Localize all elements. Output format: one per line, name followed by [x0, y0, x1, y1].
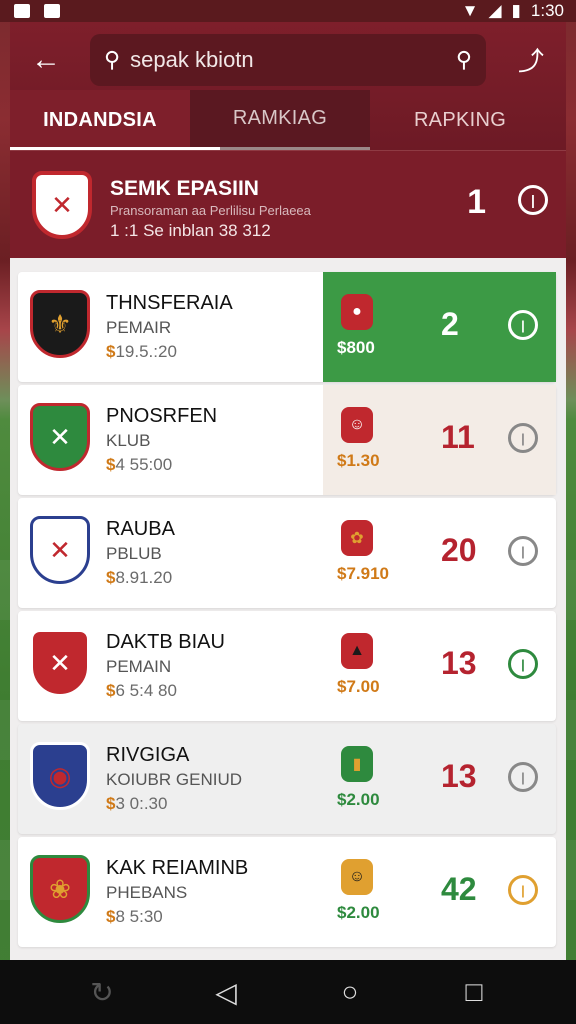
player-price: $1.30 [337, 451, 380, 470]
info-badge-icon[interactable]: | [518, 185, 548, 215]
player-avatar-icon: ☺ [341, 859, 373, 895]
club-type: KOIUBR GENIUD [106, 770, 243, 789]
price-value: 8 5:30 [115, 907, 163, 926]
notification-icon [14, 4, 30, 18]
recent-apps-icon[interactable]: □ [450, 976, 498, 1008]
search-bar[interactable]: ⚲ sepak kbiotn ⚲ [90, 34, 486, 86]
search-input[interactable]: sepak kbiotn [130, 47, 456, 73]
arrow-left-icon: ← [31, 43, 61, 76]
system-nav-bar: ↻ ◁ ○ □ [0, 960, 576, 1024]
share-icon: ⤴ [517, 46, 544, 76]
tab-label: INDANDSIA [43, 108, 157, 131]
club-price: $8.91.20 [106, 568, 172, 588]
club-type: PEMAIR [106, 318, 172, 337]
player-price: $7.910 [337, 564, 389, 583]
club-row[interactable]: ❀ KAK REIAMINB PHEBANS $8 5:30 ☺ $2.00 4… [18, 837, 556, 947]
club-type: PEMAIN [106, 657, 172, 676]
player-avatar-icon: ✿ [341, 520, 373, 556]
featured-club-title: SEMK EPASIIN [110, 177, 259, 200]
club-crest-icon: ✕ [30, 629, 90, 697]
app-panel: ← ⚲ sepak kbiotn ⚲ ⤴ INDANDSIA RAMKIAG R… [10, 22, 566, 960]
club-row[interactable]: ◉ RIVGIGA KOIUBR GENIUD $3 0:.30 ▮ $2.00… [18, 724, 556, 834]
tab-label: RAMKIAG [232, 107, 328, 129]
club-price: $19.5.:20 [106, 342, 177, 362]
player-price: $800 [337, 338, 375, 357]
price-value: 4 55:00 [115, 455, 173, 474]
club-name: KAK REIAMINB [106, 857, 249, 879]
top-app-bar: ← ⚲ sepak kbiotn ⚲ ⤴ INDANDSIA RAMKIAG R… [10, 22, 566, 150]
player-price: $7.00 [337, 677, 380, 696]
search-submit-icon[interactable]: ⚲ [456, 47, 472, 73]
tab-ramkiag[interactable]: RAMKIAG [190, 90, 370, 150]
club-row[interactable]: ✕ PNOSRFEN KLUB $4 55:00 ☺ $1.30 11 | [18, 385, 556, 495]
club-price: $6 5:4 80 [106, 681, 177, 701]
wifi-icon: ▼ [461, 1, 479, 20]
tab-rapking[interactable]: RAPKING [370, 90, 550, 150]
notification-icon [44, 4, 60, 18]
price-value: 8.91.20 [115, 568, 173, 587]
club-row[interactable]: ✕ DAKTB BIAU PEMAIN $6 5:4 80 ▲ $7.00 13… [18, 611, 556, 721]
club-crest-icon: ✕ [32, 171, 92, 239]
price-value: 6 5:4 80 [115, 681, 177, 700]
club-row[interactable]: ✕ RAUBA PBLUB $8.91.20 ✿ $7.910 20 | [18, 498, 556, 608]
featured-club-subtitle: Pransoraman aa Perlilisu Perlaeea [110, 203, 311, 218]
back-icon[interactable]: ◁ [202, 976, 250, 1009]
info-badge-icon[interactable]: | [508, 536, 538, 566]
search-icon: ⚲ [104, 47, 121, 72]
player-price: $2.00 [337, 790, 380, 809]
tab-indandsia[interactable]: INDANDSIA [10, 90, 190, 150]
club-price: $3 0:.30 [106, 794, 167, 814]
player-avatar-icon: ☺ [341, 407, 373, 443]
info-badge-icon[interactable]: | [508, 649, 538, 679]
tab-label: RAPKING [413, 108, 507, 131]
home-icon[interactable]: ○ [326, 976, 374, 1008]
club-type: KLUB [106, 431, 151, 450]
club-crest-icon: ✕ [30, 403, 90, 471]
club-name: PNOSRFEN [106, 405, 218, 427]
rotate-icon[interactable]: ↻ [78, 976, 126, 1009]
club-rank: 2 [441, 306, 459, 342]
featured-club-card[interactable]: ✕ SEMK EPASIIN Pransoraman aa Perlilisu … [10, 150, 566, 258]
status-time: 1:30 [530, 1, 564, 20]
featured-club-meta: 1 :1 Se inblan 38 312 [110, 221, 271, 240]
club-row[interactable]: ⚜ THNSFERAIA PEMAIR $19.5.:20 ● $800 2 | [18, 272, 556, 382]
club-rank: 13 [441, 645, 477, 681]
price-value: 3 0:.30 [115, 794, 168, 813]
signal-icon: ◢ [488, 1, 502, 20]
club-name: THNSFERAIA [106, 292, 233, 314]
club-rank: 11 [441, 419, 475, 455]
player-avatar-icon: ▲ [341, 633, 373, 669]
status-bar: ▼ ◢ ▮ 1:30 [0, 0, 576, 22]
info-badge-icon[interactable]: | [508, 762, 538, 792]
battery-icon: ▮ [511, 1, 521, 20]
club-type: PHEBANS [106, 883, 188, 902]
club-name: DAKTB BIAU [106, 631, 225, 653]
club-name: RIVGIGA [106, 744, 190, 766]
club-crest-icon: ◉ [30, 742, 90, 810]
club-crest-icon: ✕ [30, 516, 90, 584]
club-type: PBLUB [106, 544, 162, 563]
club-rank: 20 [441, 532, 477, 568]
share-button[interactable]: ⤴ [512, 42, 550, 80]
info-badge-icon[interactable]: | [508, 875, 538, 905]
club-list: ⚜ THNSFERAIA PEMAIR $19.5.:20 ● $800 2 |… [10, 258, 566, 947]
club-rank: 13 [441, 758, 477, 794]
club-crest-icon: ❀ [30, 855, 90, 923]
player-price: $2.00 [337, 903, 380, 922]
tab-bar: INDANDSIA RAMKIAG RAPKING [10, 90, 566, 150]
club-name: RAUBA [106, 518, 175, 540]
player-avatar-icon: ● [341, 294, 373, 330]
info-badge-icon[interactable]: | [508, 310, 538, 340]
price-value: 19.5.:20 [115, 342, 177, 361]
info-badge-icon[interactable]: | [508, 423, 538, 453]
back-button[interactable]: ← [28, 42, 64, 78]
player-avatar-icon: ▮ [341, 746, 373, 782]
club-price: $8 5:30 [106, 907, 163, 927]
club-rank: 42 [441, 871, 477, 907]
club-price: $4 55:00 [106, 455, 172, 475]
club-crest-icon: ⚜ [30, 290, 90, 358]
featured-club-rank: 1 [467, 183, 486, 221]
